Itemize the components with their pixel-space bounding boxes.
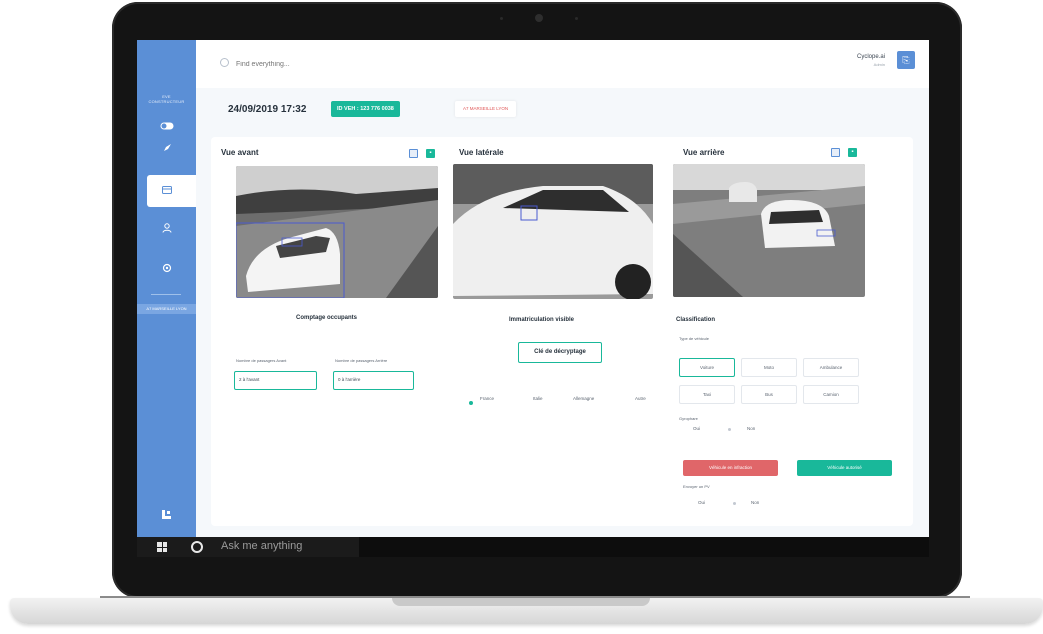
location-badge: A7 MARSEILLE LYON	[455, 101, 517, 117]
laptop-notch	[392, 598, 650, 606]
authorized-button[interactable]: Véhicule autorisé	[797, 460, 892, 476]
cortana-icon[interactable]	[191, 541, 203, 553]
beacon-option[interactable]: Oui	[693, 426, 700, 431]
taskbar: Ask me anything	[137, 537, 929, 557]
send-pv-label: Envoyer un PV	[683, 484, 710, 489]
validate-icon[interactable]: ▪	[848, 148, 857, 157]
user-role: Admin	[873, 62, 885, 67]
settings-icon[interactable]	[137, 263, 196, 276]
rocket-icon[interactable]	[137, 143, 196, 156]
webcam	[535, 14, 543, 22]
front-passengers-label: Nombre de passagers Avant	[236, 358, 287, 363]
rear-view-title: Vue arrière	[683, 148, 725, 157]
rear-passengers-label: Nombre de passagers Arrière	[335, 358, 388, 363]
classification-title: Classification	[676, 317, 716, 323]
pv-option[interactable]: Non	[751, 500, 759, 505]
front-passengers-input[interactable]: 2 à l'avant	[234, 371, 317, 390]
expand-icon[interactable]	[831, 148, 840, 157]
plate-title: Immatriculation visible	[509, 317, 575, 323]
sidebar-zone-tag[interactable]: A7 MARSEILLE LYON	[137, 304, 196, 314]
sidebar: EVE CONSTRUCTEUR A7 MARSEILLE LYON	[137, 40, 196, 537]
app-screen: EVE CONSTRUCTEUR A7 MARSEILLE LYON Cyclo…	[137, 40, 929, 537]
vehicle-id-badge: ID VEH : 123 776 0038	[331, 101, 400, 117]
country-option[interactable]: France	[480, 396, 494, 401]
search-input[interactable]	[234, 56, 358, 72]
occupants-title: Comptage occupants	[296, 315, 358, 321]
front-view-photo[interactable]	[236, 166, 438, 298]
windows-start-icon[interactable]	[157, 542, 167, 552]
decryption-key-button[interactable]: Clé de décryptage	[518, 342, 602, 363]
vehicle-type-label: Type de véhicule	[679, 336, 710, 341]
top-bar: Cyclope.ai Admin ⎘	[196, 40, 929, 88]
country-option[interactable]: Allemagne	[573, 396, 594, 401]
sidebar-brand: EVE CONSTRUCTEUR	[137, 94, 196, 104]
toggle-icon[interactable]	[137, 122, 196, 133]
infraction-button[interactable]: Véhicule en infraction	[683, 460, 778, 476]
sensor-dot	[500, 17, 503, 20]
vehicle-type-option[interactable]: Camion	[803, 385, 859, 404]
app-logo-icon	[162, 510, 171, 519]
taskbar-search-text[interactable]: Ask me anything	[221, 540, 302, 552]
brand-line-2: CONSTRUCTEUR	[148, 99, 185, 104]
beacon-label: Gyrophare	[679, 416, 698, 421]
vehicle-type-option[interactable]: Voiture	[679, 358, 735, 377]
side-view-title: Vue latérale	[459, 148, 504, 157]
search-icon	[220, 58, 229, 67]
vehicle-type-option[interactable]: Bus	[741, 385, 797, 404]
vehicle-info-bar: 24/09/2019 17:32	[196, 88, 929, 134]
validate-icon[interactable]: ▪	[426, 149, 435, 158]
logout-icon[interactable]: ⎘	[897, 51, 915, 69]
sidebar-divider	[151, 294, 181, 295]
radio-icon[interactable]	[733, 502, 736, 505]
side-view-photo[interactable]	[453, 164, 653, 299]
beacon-option[interactable]: Non	[747, 426, 755, 431]
user-icon[interactable]	[137, 223, 196, 236]
country-option[interactable]: Italie	[533, 396, 543, 401]
radio-icon[interactable]	[728, 428, 731, 431]
user-name: Cyclope.ai	[856, 54, 885, 60]
country-option[interactable]: Autre	[635, 396, 646, 401]
vehicle-type-option[interactable]: Ambulance	[803, 358, 859, 377]
vehicle-type-option[interactable]: Taxi	[679, 385, 735, 404]
vehicle-type-option[interactable]: Moto	[741, 358, 797, 377]
sensor-dot	[575, 17, 578, 20]
radio-selected-icon	[469, 401, 473, 405]
expand-icon[interactable]	[409, 149, 418, 158]
rear-view-photo[interactable]	[673, 164, 865, 297]
rear-passengers-input[interactable]: 0 à l'arrière	[333, 371, 414, 390]
card-icon[interactable]	[137, 186, 196, 197]
front-view-title: Vue avant	[221, 148, 259, 157]
capture-datetime: 24/09/2019 17:32	[228, 104, 307, 115]
pv-option[interactable]: Oui	[698, 500, 705, 505]
